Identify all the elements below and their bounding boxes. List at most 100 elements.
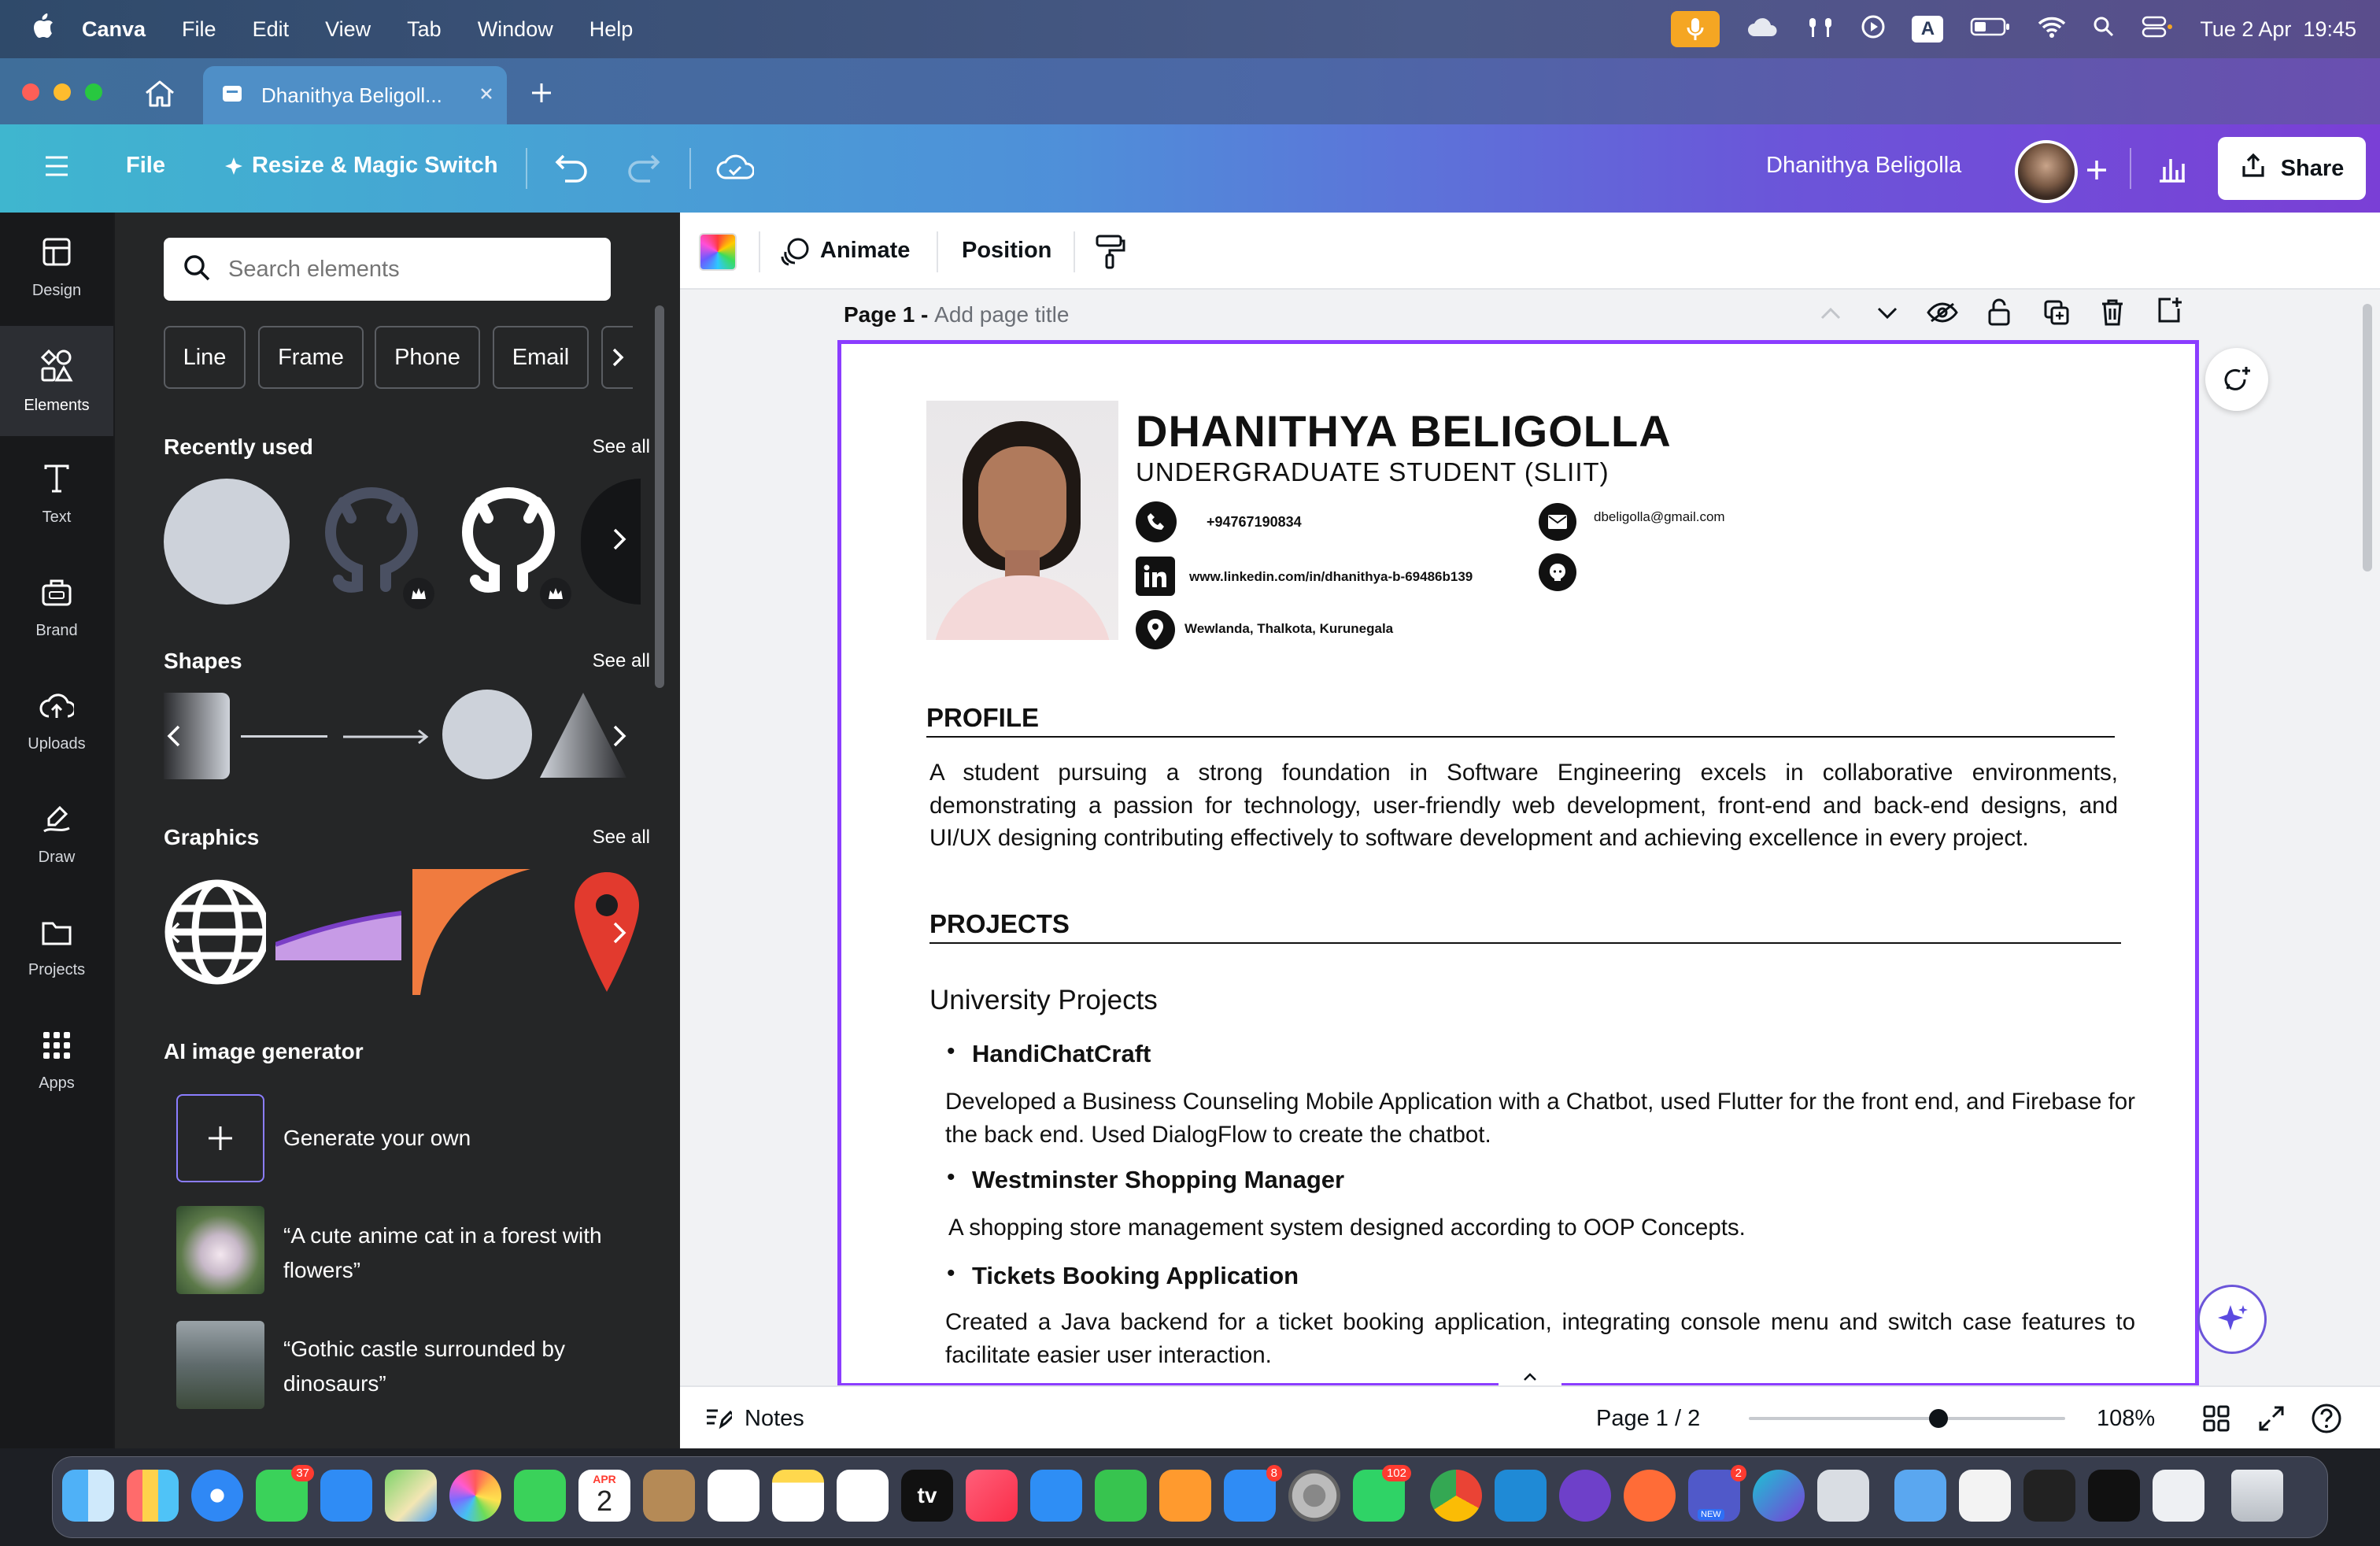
recent-window-thumbnail-3[interactable] — [2088, 1470, 2140, 1522]
hamburger-menu-icon[interactable] — [44, 154, 69, 182]
zoom-slider-knob[interactable] — [1929, 1409, 1949, 1428]
vscode-icon[interactable] — [1495, 1470, 1547, 1522]
keynote-icon[interactable] — [1030, 1470, 1082, 1522]
animate-button[interactable]: Animate — [820, 238, 910, 264]
ai-example-prompt-castle[interactable]: “Gothic castle surrounded by dinosaurs” — [283, 1332, 630, 1401]
scroll-right-icon[interactable] — [612, 921, 626, 949]
chip-line[interactable]: Line — [164, 326, 246, 389]
insights-chart-icon[interactable] — [2156, 153, 2188, 188]
window-zoom-button[interactable] — [85, 83, 102, 101]
add-page-title-placeholder[interactable]: Add page title — [934, 302, 1069, 327]
app-store-icon[interactable]: 8 — [1224, 1465, 1282, 1522]
magic-assistant-button[interactable] — [2197, 1285, 2267, 1354]
notes-app-icon[interactable] — [772, 1470, 824, 1522]
shape-arrow-line[interactable] — [342, 727, 431, 750]
battery-icon[interactable] — [1970, 17, 2011, 43]
delete-page-icon[interactable] — [2100, 298, 2125, 330]
scroll-right-icon[interactable] — [612, 724, 626, 752]
pages-icon[interactable] — [1159, 1470, 1211, 1522]
rail-item-elements[interactable]: Elements — [0, 326, 113, 436]
preview-icon[interactable] — [1817, 1470, 1869, 1522]
apple-icon[interactable] — [31, 13, 55, 46]
launchpad-icon[interactable] — [127, 1470, 179, 1522]
whatsapp-icon[interactable]: 102 — [1353, 1465, 1411, 1522]
menubar-datetime[interactable]: Tue 2 Apr 19:45 — [2200, 17, 2356, 42]
finder-icon[interactable] — [62, 1470, 114, 1522]
calendar-icon[interactable]: APR 2 — [578, 1470, 630, 1522]
profile-heading[interactable]: PROFILE — [926, 703, 1039, 733]
mail-icon[interactable] — [320, 1470, 372, 1522]
graphic-map-pin[interactable] — [573, 869, 641, 999]
project-1-title[interactable]: HandiChatCraft — [972, 1040, 1151, 1068]
window-close-button[interactable] — [22, 83, 39, 101]
avatar[interactable] — [2015, 140, 2078, 203]
postman-icon[interactable] — [1624, 1470, 1676, 1522]
rail-item-apps[interactable]: Apps — [0, 1006, 113, 1116]
profile-photo[interactable] — [926, 401, 1118, 640]
help-icon[interactable] — [2311, 1403, 2342, 1438]
rail-item-projects[interactable]: Projects — [0, 893, 113, 1003]
project-3-title[interactable]: Tickets Booking Application — [972, 1262, 1299, 1290]
resume-phone[interactable]: +94767190834 — [1207, 514, 1302, 531]
resume-role[interactable]: UNDERGRADUATE STUDENT (SLIIT) — [1136, 457, 1609, 487]
reminders-icon[interactable] — [708, 1470, 759, 1522]
recent-window-thumbnail-1[interactable] — [1959, 1470, 2011, 1522]
recent-window-thumbnail-4[interactable] — [2153, 1470, 2204, 1522]
ai-example-prompt-cat[interactable]: “A cute anime cat in a forest with flowe… — [283, 1219, 630, 1288]
close-tab-icon[interactable] — [479, 86, 494, 105]
spotlight-search-icon[interactable] — [2093, 16, 2115, 43]
zoom-level[interactable]: 108% — [2097, 1406, 2155, 1432]
page-up-icon[interactable] — [1820, 305, 1842, 325]
share-button[interactable]: Share — [2218, 137, 2366, 200]
resume-address[interactable]: Wewlanda, Thalkota, Kurunegala — [1184, 621, 1393, 637]
photos-icon[interactable] — [449, 1470, 501, 1522]
page-title-label[interactable]: Page 1 - Add page title — [844, 302, 1069, 327]
see-all-graphics[interactable]: See all — [593, 827, 650, 849]
project-3-description[interactable]: Created a Java backend for a ticket book… — [945, 1306, 2135, 1371]
window-minimize-button[interactable] — [54, 83, 71, 101]
contacts-icon[interactable] — [643, 1470, 695, 1522]
rail-item-brand[interactable]: Brand — [0, 553, 113, 663]
menu-tab[interactable]: Tab — [407, 17, 442, 42]
generate-your-own-label[interactable]: Generate your own — [283, 1126, 471, 1151]
page-down-icon[interactable] — [1876, 305, 1898, 325]
fullscreen-icon[interactable] — [2257, 1404, 2286, 1437]
home-icon[interactable] — [143, 79, 176, 113]
projects-heading[interactable]: PROJECTS — [929, 909, 1070, 939]
recent-partial-item[interactable] — [581, 479, 641, 605]
new-tab-icon[interactable] — [529, 80, 554, 109]
page-indicator[interactable]: Page 1 / 2 — [1596, 1406, 1700, 1432]
canva-icon[interactable] — [1753, 1470, 1805, 1522]
system-settings-icon[interactable] — [1288, 1470, 1340, 1522]
numbers-icon[interactable] — [1095, 1470, 1147, 1522]
teams-icon[interactable]: 2 NEW — [1688, 1465, 1746, 1522]
hide-page-eye-icon[interactable] — [1927, 301, 1958, 328]
airpods-icon[interactable] — [1806, 15, 1835, 44]
menu-window[interactable]: Window — [478, 17, 553, 42]
copy-style-paint-roller-icon[interactable] — [1094, 233, 1125, 273]
search-input[interactable] — [228, 256, 575, 283]
menu-help[interactable]: Help — [589, 17, 634, 42]
see-all-shapes[interactable]: See all — [593, 650, 650, 672]
play-icon[interactable] — [1861, 15, 1885, 44]
grid-view-icon[interactable] — [2202, 1404, 2230, 1437]
scroll-right-icon[interactable] — [612, 527, 626, 555]
github-desktop-icon[interactable] — [1559, 1470, 1611, 1522]
menu-view[interactable]: View — [325, 17, 371, 42]
rail-item-uploads[interactable]: Uploads — [0, 666, 113, 776]
graphic-orange-curve[interactable] — [412, 869, 538, 999]
canvas-scrollbar[interactable] — [2363, 304, 2372, 571]
apple-tv-icon[interactable]: tv — [901, 1470, 953, 1522]
freeform-icon[interactable] — [837, 1470, 889, 1522]
recent-circle-shape[interactable] — [164, 479, 290, 605]
chrome-icon[interactable] — [1430, 1470, 1482, 1522]
generate-your-own-button[interactable] — [176, 1094, 264, 1182]
see-all-recently-used[interactable]: See all — [593, 436, 650, 458]
wifi-icon[interactable] — [2038, 16, 2066, 43]
microphone-icon[interactable] — [1671, 11, 1720, 47]
menu-file[interactable]: File — [182, 17, 216, 42]
notes-button[interactable]: Notes — [745, 1406, 804, 1432]
graphic-purple-wave[interactable] — [274, 897, 402, 964]
project-2-title[interactable]: Westminster Shopping Manager — [972, 1166, 1344, 1194]
facetime-icon[interactable] — [514, 1470, 566, 1522]
